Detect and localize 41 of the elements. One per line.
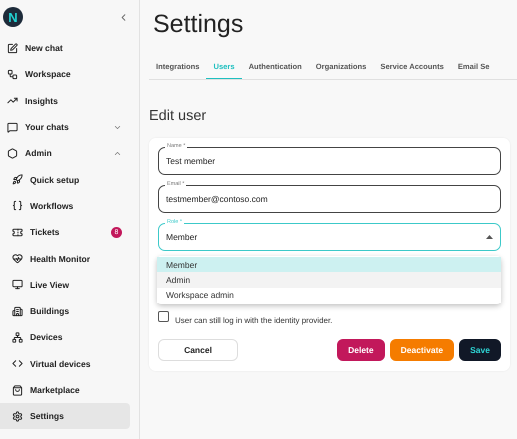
trend-icon	[7, 95, 18, 106]
sidebar-item[interactable]: Virtual devices	[0, 350, 130, 377]
pulse-icon	[12, 253, 23, 264]
sidebar-item[interactable]: Marketplace	[0, 376, 130, 404]
code-icon	[12, 358, 23, 370]
menu-item[interactable]: Workspace admin	[157, 288, 501, 303]
menu-item[interactable]: Member	[157, 257, 501, 272]
braces-icon	[12, 200, 23, 212]
section-title: Edit user	[149, 108, 208, 126]
chat-icon	[7, 122, 18, 133]
sidebar-item[interactable]: New chat	[0, 35, 130, 62]
action-button[interactable]: Cancel	[158, 339, 238, 361]
sidebar-item[interactable]: Insights	[0, 88, 130, 114]
action-button[interactable]: Delete	[337, 339, 385, 361]
sidebar-item[interactable]: Workflows	[0, 192, 130, 220]
nodes-icon	[7, 68, 18, 80]
sidebar-item[interactable]: Buildings	[0, 298, 130, 324]
bag-icon	[12, 384, 23, 396]
sidebar-item[interactable]: Health Monitor	[0, 245, 130, 272]
monitor-icon	[12, 279, 23, 290]
rocket-icon	[12, 174, 23, 186]
hexagon-icon	[7, 148, 18, 159]
ticket-icon	[12, 226, 23, 238]
sidebar-item[interactable]: Settings	[0, 403, 130, 430]
settings-icon	[12, 410, 23, 422]
sidebar-item[interactable]: Workspace	[0, 61, 130, 88]
checkbox-description: User can still log in with the identity provider.	[175, 316, 332, 325]
sidebar-item[interactable]: Your chats	[0, 114, 130, 140]
sidebar-item[interactable]: Quick setup	[0, 166, 130, 193]
logo: N	[3, 7, 23, 27]
sidebar-item[interactable]: Live View	[0, 272, 130, 298]
network-icon	[12, 332, 23, 343]
building-icon	[12, 306, 23, 317]
menu-item[interactable]: Admin	[157, 272, 501, 288]
edit-icon	[7, 42, 18, 54]
caret-icon	[486, 235, 493, 239]
page-title: Settings	[153, 10, 244, 40]
checkbox[interactable]	[158, 311, 169, 322]
sidebar-item[interactable]: Devices	[0, 324, 130, 351]
action-button[interactable]: Save	[459, 339, 501, 361]
sidebar-item[interactable]: Admin	[0, 140, 130, 166]
